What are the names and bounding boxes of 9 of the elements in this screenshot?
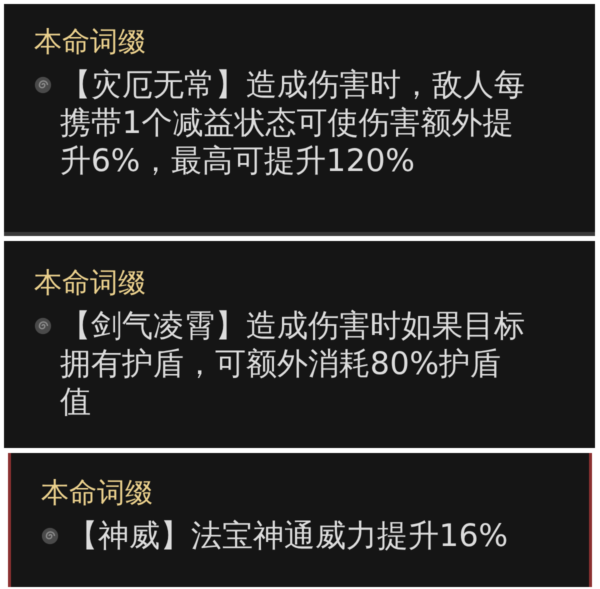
affix-description: 【灾厄无常】造成伤害时，敌人每携带1个减益状态可使伤害额外提升6%，最高可提升120% xyxy=(60,66,526,180)
affix-description: 【剑气凌霄】造成伤害时如果目标拥有护盾，可额外消耗80%护盾值 xyxy=(60,307,526,421)
affix-description: 【神威】法宝神通威力提升16% xyxy=(67,517,509,555)
spiral-icon xyxy=(34,76,52,94)
spiral-icon xyxy=(34,317,52,335)
panel-title: 本命词缀 xyxy=(34,265,147,301)
panel-title: 本命词缀 xyxy=(34,24,147,60)
spiral-icon xyxy=(41,527,59,545)
panel-title: 本命词缀 xyxy=(41,475,154,511)
